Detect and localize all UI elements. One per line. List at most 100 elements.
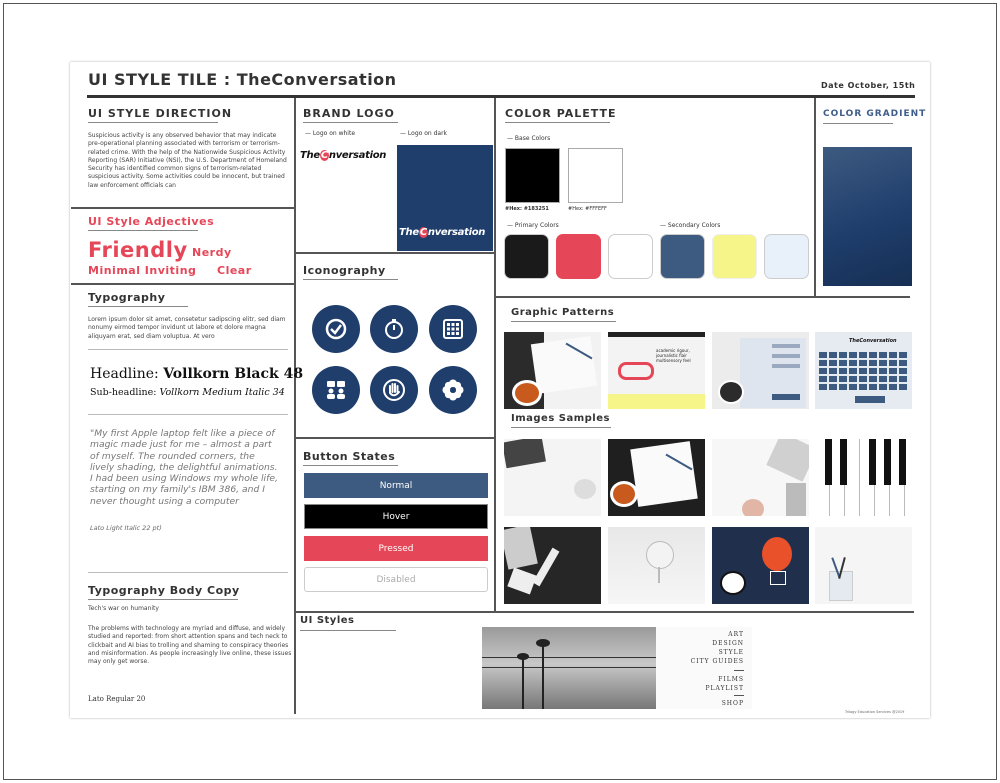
primary-chip-white (608, 234, 653, 279)
secondary-chip-light (764, 234, 809, 279)
primary-chip-dark (504, 234, 549, 279)
page-title: UI STYLE TILE : TheConversation (88, 70, 397, 89)
primary-colors-label: — Primary Colors (507, 222, 559, 229)
header-divider (87, 95, 915, 98)
base-hex-1: #Hex: #183251 (505, 206, 549, 212)
menu-item-art[interactable]: ART (660, 631, 744, 638)
divider (88, 349, 288, 350)
menu-item-style[interactable]: STYLE (660, 649, 744, 656)
row-divider-palette (494, 296, 910, 298)
base-colors-label: — Base Colors (507, 135, 551, 142)
heading-underline (303, 465, 398, 466)
adjectives-heading: UI Style Adjectives (88, 215, 215, 228)
color-palette-heading: COLOR PALETTE (505, 107, 617, 120)
logo-on-white-label: — Logo on white (305, 130, 356, 137)
divider (88, 414, 288, 415)
base-hex-2: #Hex: #FFFEFF (568, 206, 607, 212)
gradient-swatch (823, 147, 912, 286)
team-icon (312, 366, 360, 414)
graphic-patterns-heading: Graphic Patterns (511, 307, 615, 318)
image-sample-desk-white (504, 439, 601, 516)
subheadline-font: Vollkorn Medium Italic 34 (159, 387, 285, 398)
column-divider-2 (494, 98, 496, 612)
style-direction-heading: UI STYLE DIRECTION (88, 107, 233, 120)
heading-underline (88, 122, 218, 123)
subheadline-label: Sub-headline: (90, 387, 157, 398)
image-sample-laptop-corner (712, 439, 809, 516)
pattern-thumb-form (712, 332, 809, 409)
menu-item-design[interactable]: DESIGN (660, 640, 744, 647)
iconography-heading: Iconography (303, 264, 386, 277)
heading-underline (300, 630, 396, 631)
image-sample-coffee-paper (608, 439, 705, 516)
logo-on-dark: TheCnversation (399, 227, 486, 238)
body-font-label: Lato Regular 20 (88, 695, 146, 703)
subheadline-sample: Sub-headline: Vollkorn Medium Italic 34 (90, 387, 285, 398)
heading-underline (303, 122, 398, 123)
heading-underline (823, 123, 893, 124)
flower-icon (429, 366, 477, 414)
row-divider-bottom (296, 611, 914, 613)
heading-underline (88, 230, 198, 231)
headline-label: Headline: (90, 366, 159, 382)
pattern-thumb-keyboard: TheConversation (815, 332, 912, 409)
heading-underline (505, 122, 610, 123)
menu-item-city-guides[interactable]: CITY GUIDES (660, 658, 744, 665)
grid-icon (429, 305, 477, 353)
menu-item-playlist[interactable]: PLAYLIST (660, 685, 744, 692)
column-divider-3 (814, 98, 816, 296)
pattern-thumb-article: academic rigour, journalistic flair mult… (608, 332, 705, 409)
pattern-thumb-desk (504, 332, 601, 409)
ui-style-hero-photo (482, 627, 656, 709)
date-label: Date October, 15th (821, 81, 916, 90)
color-gradient-heading: COLOR GRADIENT (823, 109, 927, 119)
row-divider-logo (296, 252, 494, 254)
ui-styles-heading: UI Styles (300, 615, 355, 626)
logo-on-white: TheCnversation (300, 150, 387, 161)
button-pressed[interactable]: Pressed (304, 536, 488, 561)
button-normal[interactable]: Normal (304, 473, 488, 498)
secondary-colors-label: — Secondary Colors (660, 222, 721, 229)
image-sample-piano (815, 439, 912, 516)
image-sample-globe (608, 527, 705, 604)
body-copy-heading: Typography Body Copy (88, 584, 240, 597)
menu-item-films[interactable]: FILMS (660, 676, 744, 683)
divider (88, 572, 288, 573)
secondary-chip-yellow (712, 234, 757, 279)
button-disabled[interactable]: Disabled (304, 567, 488, 592)
check-badge-icon (312, 305, 360, 353)
heading-underline (88, 306, 188, 307)
typography-lorem: Lorem ipsum dolor sit amet, consetetur s… (88, 316, 286, 340)
hand-icon (370, 366, 418, 414)
menu-divider (734, 670, 744, 671)
headline-font: Vollkorn Black 48 (163, 366, 304, 382)
images-samples-heading: Images Samples (511, 413, 610, 424)
row-divider-icons (296, 437, 494, 439)
quote-font-label: Lato Light Italic 22 pt) (90, 524, 162, 532)
body-copy-subtitle: Tech's war on humanity (88, 605, 159, 612)
heading-underline (303, 279, 398, 280)
body-copy-paragraph: The problems with technology are myriad … (88, 625, 292, 666)
base-swatch-black (505, 148, 560, 203)
base-swatch-white (568, 148, 623, 203)
style-direction-text: Suspicious activity is any observed beha… (88, 132, 287, 189)
heading-underline (88, 599, 238, 600)
adjective-minimal-inviting: Minimal Inviting (88, 264, 197, 277)
image-sample-pencil-cup (815, 527, 912, 604)
adjective-nerdy: Nerdy (192, 246, 232, 259)
typography-heading: Typography (88, 291, 166, 304)
primary-chip-red (556, 234, 601, 279)
brand-logo-heading: BRAND LOGO (303, 107, 395, 120)
image-sample-lightbulb (712, 527, 809, 604)
button-hover[interactable]: Hover (304, 504, 488, 529)
menu-item-shop[interactable]: SHOP (660, 700, 744, 707)
button-states-heading: Button States (303, 450, 396, 463)
heading-underline (511, 427, 611, 428)
adjective-clear: Clear (217, 264, 252, 277)
footer-credit: Trilogy Education Services @2019 (845, 710, 905, 714)
column-divider-1 (294, 98, 296, 714)
adjective-friendly: Friendly (88, 238, 188, 262)
heading-underline (511, 321, 616, 322)
row-divider-direction (71, 207, 295, 209)
secondary-chip-navy (660, 234, 705, 279)
